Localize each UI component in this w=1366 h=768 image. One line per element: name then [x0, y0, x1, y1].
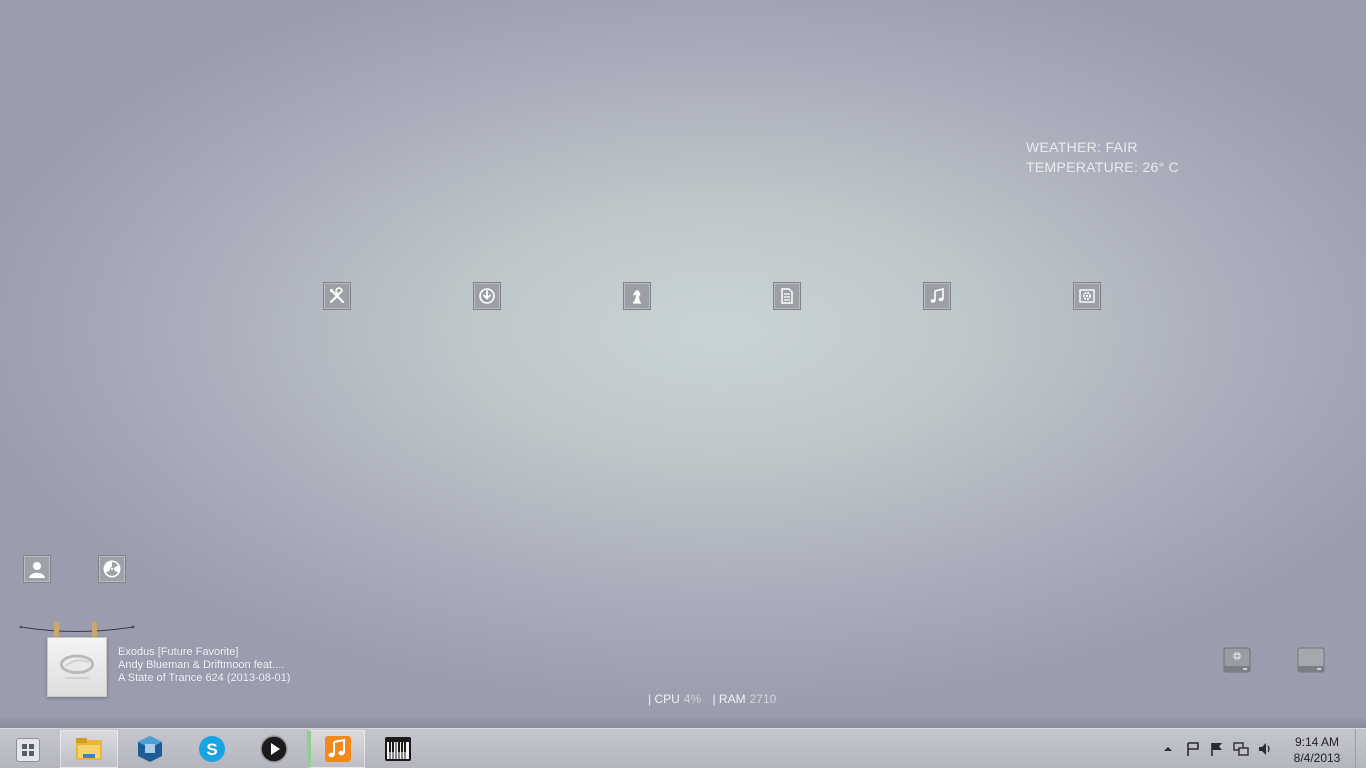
ram-value: 2710 — [749, 692, 777, 706]
shortcut-user[interactable] — [23, 555, 51, 583]
piano-icon — [385, 737, 411, 761]
show-desktop-button[interactable] — [1355, 729, 1366, 768]
taskbar-media-player[interactable] — [245, 730, 303, 768]
launcher-tools[interactable] — [323, 282, 351, 310]
user-icon — [29, 562, 45, 578]
system-stats: | CPU 4% | RAM 2710 — [648, 692, 784, 706]
chevron-up-icon — [1164, 747, 1172, 751]
track-title: Exodus [Future Favorite] — [118, 646, 239, 658]
taskbar-itunes[interactable] — [307, 730, 365, 768]
tray-network-flag[interactable] — [1183, 729, 1203, 768]
launcher-music[interactable] — [923, 282, 951, 310]
album-art[interactable] — [47, 637, 107, 697]
ram-label: | RAM — [712, 692, 746, 706]
now-playing: Exodus [Future Favorite] Andy Blueman & … — [118, 646, 290, 685]
music-note-icon — [930, 287, 944, 303]
document-icon — [781, 288, 793, 304]
weather-temperature: TEMPERATURE: 26° C — [1026, 159, 1180, 175]
launcher-documents[interactable] — [773, 282, 801, 310]
cpu-value: 4% — [683, 692, 702, 706]
itunes-icon — [324, 736, 351, 762]
radiation-icon — [103, 560, 121, 578]
tray-action-center[interactable] — [1207, 729, 1227, 768]
svg-text:S: S — [206, 740, 217, 759]
taskbar-skype[interactable]: S — [183, 730, 241, 768]
taskbar-piano[interactable] — [369, 730, 427, 768]
clock-time: 9:14 AM — [1294, 735, 1340, 749]
hard-drive-icon[interactable] — [1297, 646, 1325, 674]
weather-condition: WEATHER: FAIR — [1026, 139, 1138, 155]
file-explorer-icon — [76, 738, 102, 760]
start-button[interactable] — [16, 738, 40, 762]
taskbar-virtualbox[interactable] — [121, 730, 179, 768]
track-artist: Andy Blueman & Driftmoon feat.... — [118, 659, 285, 671]
tools-icon — [329, 287, 344, 304]
skype-icon: S — [199, 736, 225, 762]
shortcut-radiation[interactable] — [98, 555, 126, 583]
launcher-download[interactable] — [473, 282, 501, 310]
tray-overflow[interactable] — [1160, 729, 1176, 768]
taskbar-file-explorer[interactable] — [60, 730, 118, 768]
tray-volume[interactable] — [1255, 729, 1275, 768]
media-player-icon — [260, 735, 288, 763]
weather-widget: WEATHER: FAIR TEMPERATURE: 26° C — [1026, 137, 1179, 177]
download-icon — [479, 288, 495, 304]
virtualbox-icon — [138, 736, 162, 762]
settings-icon — [1079, 289, 1095, 303]
flag-icon — [1211, 743, 1222, 756]
album-logo-icon — [59, 654, 95, 679]
tray-network[interactable] — [1231, 729, 1251, 768]
network-icon — [1233, 742, 1249, 756]
chess-knight-icon — [633, 290, 641, 304]
speaker-icon — [1259, 743, 1270, 755]
taskbar-clock[interactable]: 9:14 AM 8/4/2013 — [1286, 734, 1348, 766]
desktop: WEATHER: FAIR TEMPERATURE: 26° C Exodus … — [0, 0, 1366, 728]
launcher-games[interactable] — [623, 282, 651, 310]
taskbar: S 9:14 AM 8/4/2013 — [0, 728, 1366, 768]
launcher-settings[interactable] — [1073, 282, 1101, 310]
system-drive-icon[interactable] — [1223, 646, 1251, 674]
apps-grid-icon — [22, 744, 34, 756]
track-album: A State of Trance 624 (2013-08-01) — [118, 672, 291, 684]
clock-date: 8/4/2013 — [1293, 751, 1341, 765]
cpu-label: | CPU — [648, 692, 680, 706]
pin-icon — [1187, 742, 1199, 756]
